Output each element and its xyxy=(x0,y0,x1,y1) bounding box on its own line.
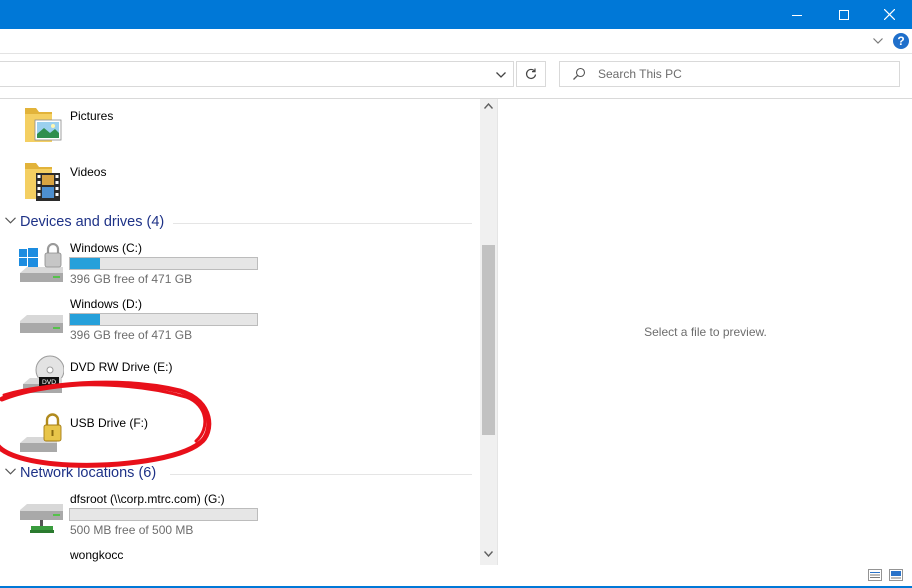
drive-name: Windows (C:) xyxy=(70,241,143,255)
network-item-dfsroot[interactable]: dfsroot (\\corp.mtrc.com) (G:) 500 MB fr… xyxy=(0,488,478,544)
drive-item-e[interactable]: DVD DVD RW Drive (E:) xyxy=(0,349,478,405)
folder-item-videos[interactable]: Videos xyxy=(0,155,478,211)
group-label: Devices and drives (4) xyxy=(20,214,165,230)
scroll-down-icon[interactable] xyxy=(484,551,493,557)
folder-item-pictures[interactable]: Pictures xyxy=(0,99,478,155)
chevron-down-icon xyxy=(496,72,506,78)
group-divider xyxy=(173,223,472,224)
videos-folder-icon xyxy=(25,163,60,201)
drive-usage-bar xyxy=(69,313,258,326)
search-box xyxy=(559,61,900,87)
refresh-icon xyxy=(525,68,537,80)
scroll-up-icon[interactable] xyxy=(484,103,493,109)
status-bar xyxy=(0,565,912,586)
chevron-down-icon xyxy=(5,217,16,224)
close-button[interactable] xyxy=(866,0,912,29)
drive-item-f[interactable]: USB Drive (F:) xyxy=(0,405,478,463)
address-toolbar xyxy=(0,54,912,99)
preview-pane: Select a file to preview. xyxy=(497,99,912,565)
scrollbar-thumb[interactable] xyxy=(482,245,495,435)
drive-usage-bar xyxy=(69,257,258,270)
expand-ribbon-button[interactable] xyxy=(870,34,886,48)
search-input[interactable] xyxy=(598,64,888,84)
folder-name: Pictures xyxy=(70,109,114,123)
address-history-dropdown[interactable] xyxy=(492,67,510,83)
large-icons-view-icon[interactable] xyxy=(889,569,903,581)
drive-free-space: 396 GB free of 471 GB xyxy=(70,272,193,286)
drive-name: USB Drive (F:) xyxy=(70,416,148,430)
drive-free-space: 500 MB free of 500 MB xyxy=(70,523,194,537)
help-button[interactable]: ? xyxy=(893,33,909,49)
dvd-drive-icon: DVD xyxy=(23,355,64,393)
file-list: Pictures Videos Devices and drives (4) W… xyxy=(0,99,497,565)
windows-drive-icon xyxy=(19,243,63,282)
chevron-down-icon xyxy=(5,468,16,475)
drive-usage-bar xyxy=(69,508,258,521)
chevron-down-icon xyxy=(873,38,883,44)
group-header-devices[interactable]: Devices and drives (4) xyxy=(0,213,478,233)
group-label: Network locations (6) xyxy=(20,465,157,481)
help-icon: ? xyxy=(897,34,905,48)
folder-name: Videos xyxy=(70,165,107,179)
refresh-button[interactable] xyxy=(516,61,546,87)
network-item-wongkocc[interactable]: wongkocc xyxy=(0,544,478,565)
drive-name: DVD RW Drive (E:) xyxy=(70,360,173,374)
vertical-scrollbar[interactable] xyxy=(480,99,497,565)
preview-message: Select a file to preview. xyxy=(644,325,767,339)
details-view-icon[interactable] xyxy=(868,569,882,581)
address-bar[interactable] xyxy=(0,61,514,87)
minimize-button[interactable] xyxy=(774,0,820,29)
svg-text:DVD: DVD xyxy=(42,378,56,386)
drive-name: wongkocc xyxy=(70,548,124,562)
hard-drive-icon xyxy=(20,315,63,333)
group-divider xyxy=(170,474,472,475)
drive-name: dfsroot (\\corp.mtrc.com) (G:) xyxy=(70,492,225,506)
maximize-icon xyxy=(839,9,849,20)
pictures-folder-icon xyxy=(25,108,62,142)
drive-free-space: 396 GB free of 471 GB xyxy=(70,328,193,342)
usage-fill xyxy=(70,314,100,325)
group-header-network[interactable]: Network locations (6) xyxy=(0,464,478,484)
usage-fill xyxy=(70,258,100,269)
close-icon xyxy=(883,9,895,20)
drive-name: Windows (D:) xyxy=(70,297,143,311)
maximize-button[interactable] xyxy=(821,0,867,29)
locked-usb-drive-icon xyxy=(20,413,62,452)
search-icon xyxy=(573,67,586,80)
drive-item-d[interactable]: Windows (D:) 396 GB free of 471 GB xyxy=(0,293,478,349)
drive-item-c[interactable]: Windows (C:) 396 GB free of 471 GB xyxy=(0,237,478,293)
title-bar xyxy=(0,0,912,29)
minimize-icon xyxy=(792,14,802,16)
network-drive-icon xyxy=(20,504,63,533)
ribbon-bar: ? xyxy=(0,29,912,54)
